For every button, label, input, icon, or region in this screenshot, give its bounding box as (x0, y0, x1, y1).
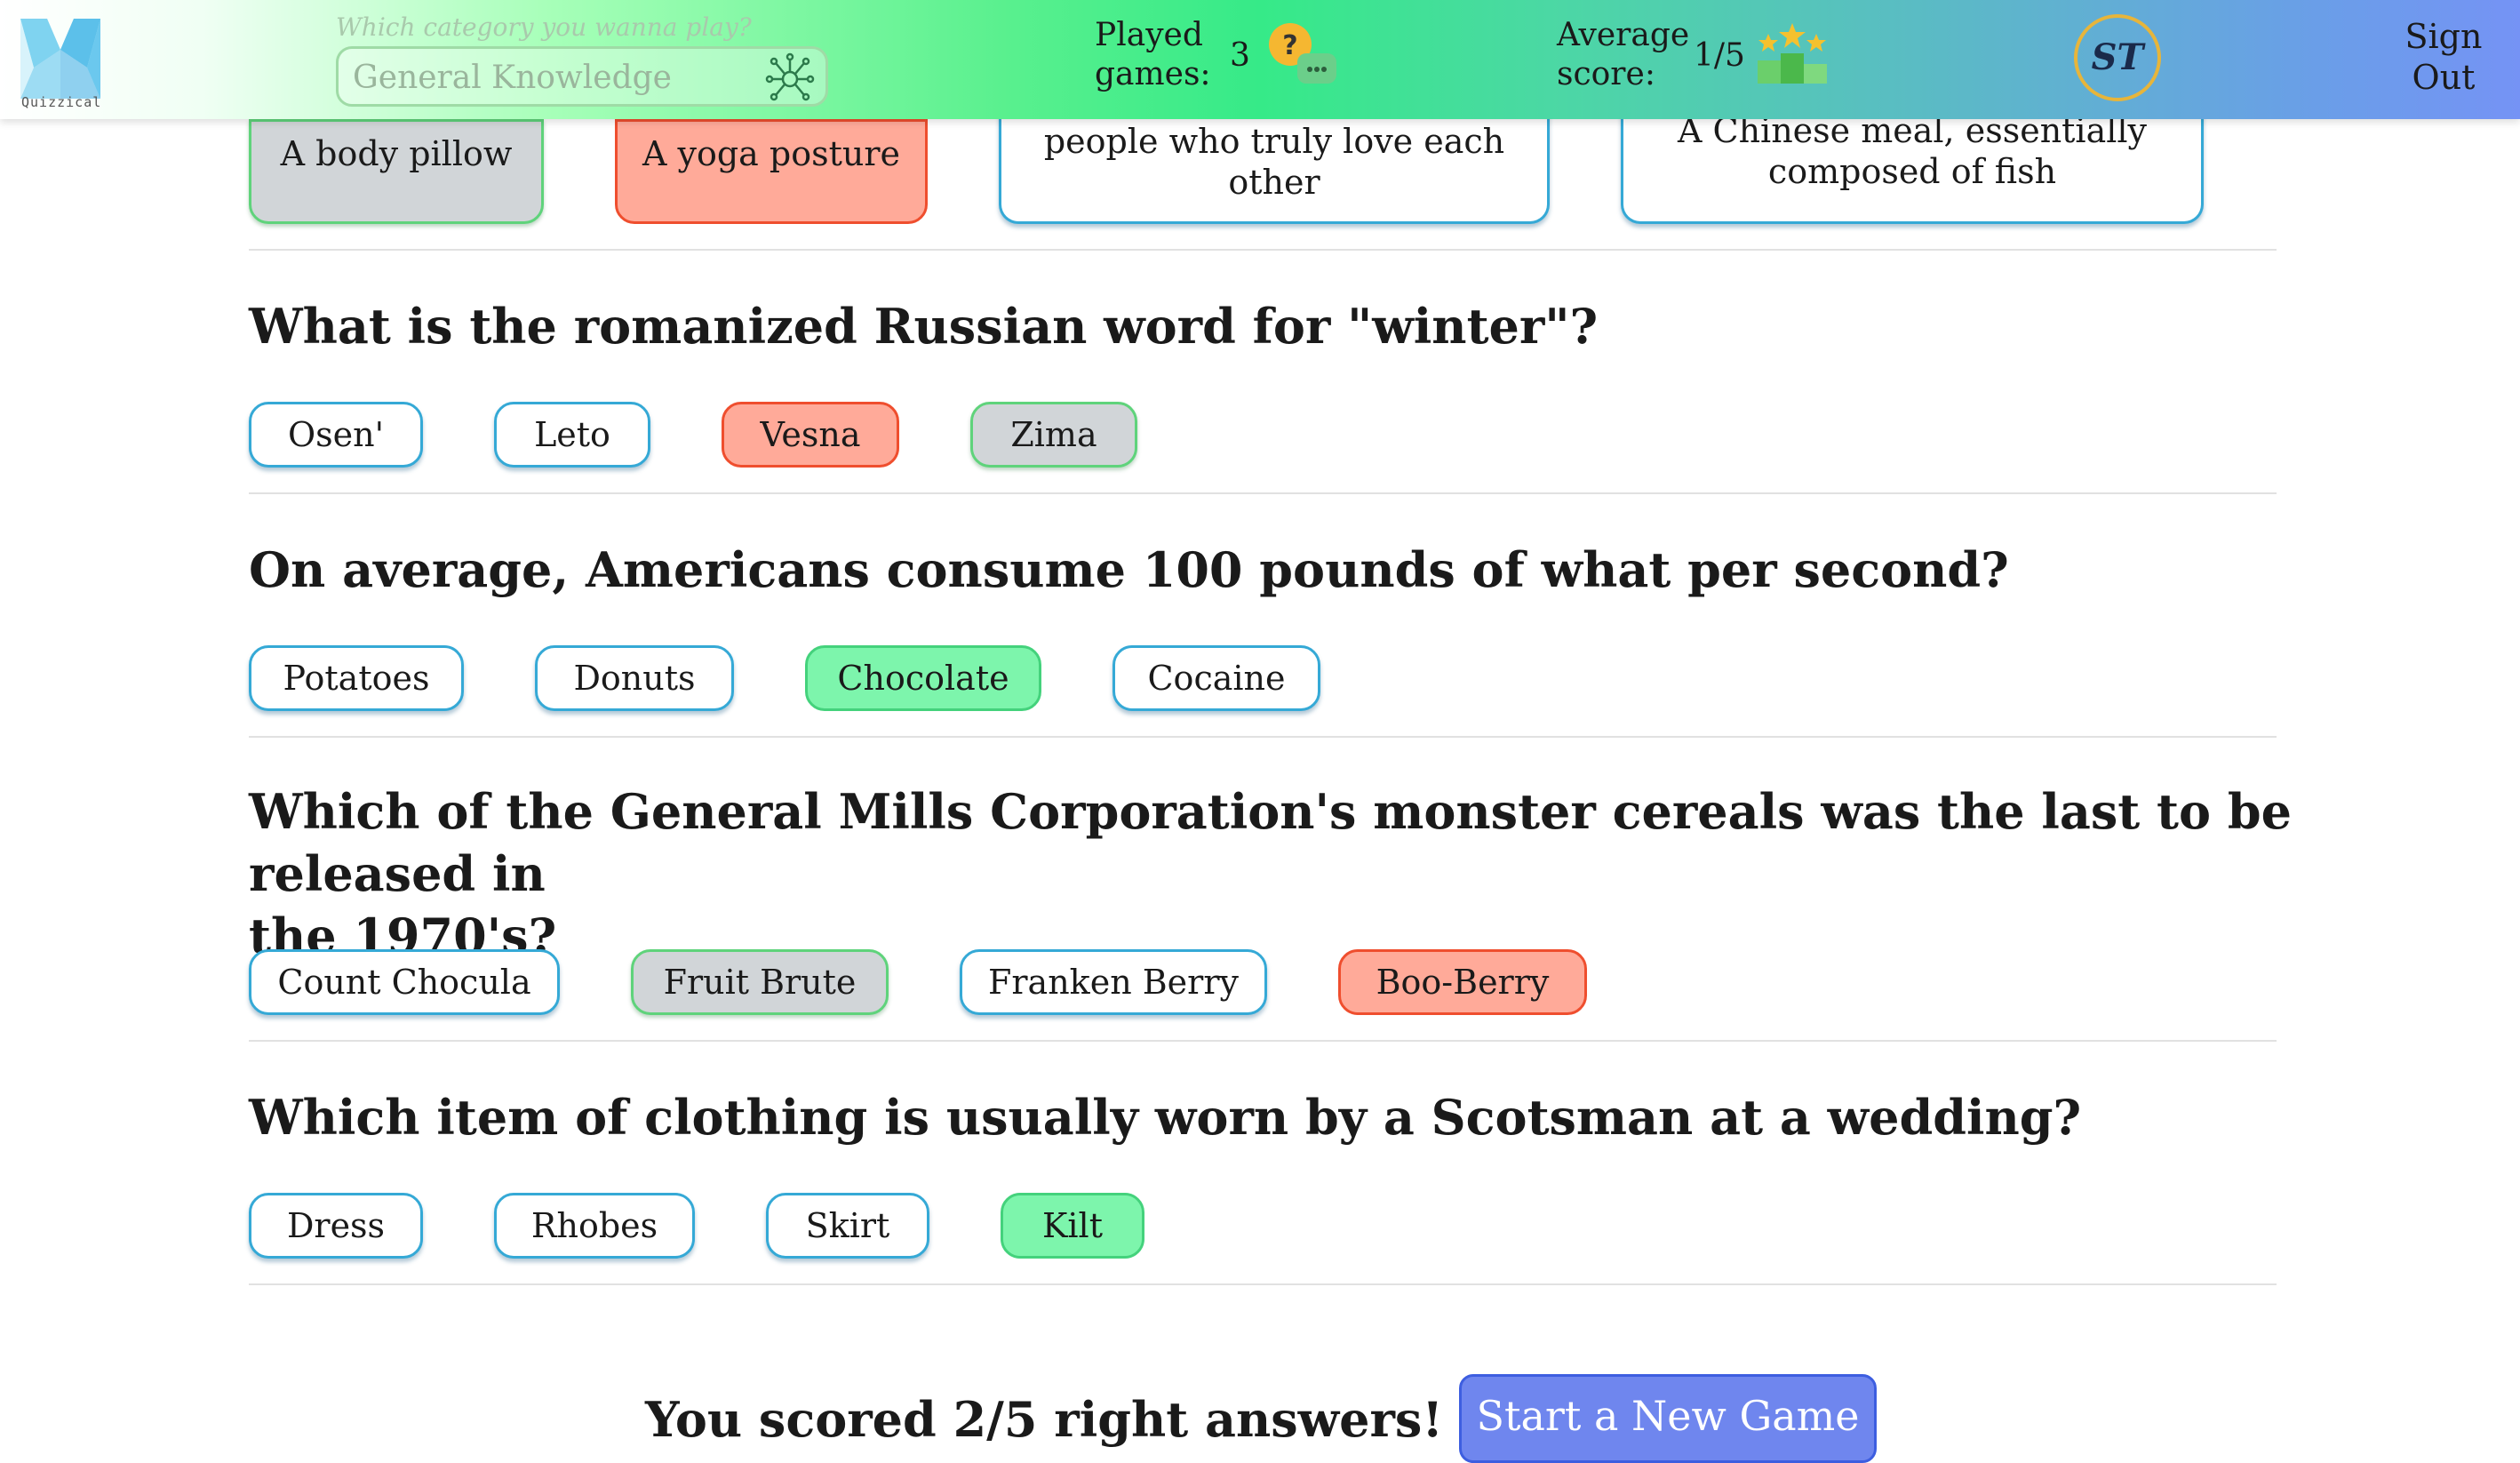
answer-option[interactable]: Vesna (722, 402, 899, 468)
answer-option[interactable]: Donuts (535, 645, 734, 711)
answer-option[interactable]: Zima (970, 402, 1137, 468)
logo-text: Quizzical (21, 94, 102, 110)
category-label: Which category you wanna play? (336, 12, 752, 42)
answer-option[interactable]: Boo-Berry (1338, 949, 1587, 1015)
svg-text:?: ? (1282, 30, 1297, 61)
played-games-value: 3 (1230, 37, 1250, 74)
category-network-icon[interactable] (763, 51, 817, 104)
start-new-game-button[interactable]: Start a New Game (1459, 1374, 1877, 1463)
answer-option[interactable]: Franken Berry (960, 949, 1267, 1015)
question-text: Which item of clothing is usually worn b… (249, 1089, 2082, 1146)
answer-option[interactable]: Potatoes (249, 645, 464, 711)
answer-option[interactable]: Rhobes (494, 1193, 695, 1259)
answer-option[interactable]: Chocolate (805, 645, 1041, 711)
divider (249, 1040, 2277, 1042)
answer-option[interactable]: Kilt (1001, 1193, 1144, 1259)
category-input[interactable] (351, 54, 746, 100)
stars-podium-icon (1758, 23, 1827, 84)
sign-out-button[interactable]: Sign Out (2399, 16, 2488, 98)
divider (249, 249, 2277, 251)
question-text: What is the romanized Russian word for "… (249, 298, 1599, 355)
answer-option[interactable]: Fruit Brute (631, 949, 889, 1015)
question-text: Which of the General Mills Corporation's… (249, 783, 2292, 964)
divider (249, 1283, 2277, 1285)
user-avatar[interactable]: ST (2074, 14, 2161, 101)
average-score-value: 1/5 (1694, 37, 1745, 74)
answer-option[interactable]: A body pillow (249, 119, 544, 224)
category-field[interactable] (336, 46, 828, 107)
answer-option[interactable]: Leto (494, 402, 650, 468)
answer-option[interactable]: Dress (249, 1193, 423, 1259)
answer-option[interactable]: Skirt (766, 1193, 929, 1259)
answer-option[interactable]: Cocaine (1112, 645, 1320, 711)
answer-option[interactable]: A yoga posture (615, 119, 928, 224)
top-header: Quizzical Which category you wanna play?… (0, 0, 2520, 119)
answer-option[interactable]: Count Chocula (249, 949, 560, 1015)
divider (249, 492, 2277, 494)
score-summary: You scored 2/5 right answers! (645, 1391, 1444, 1448)
question-chat-icon: ? (1269, 23, 1336, 84)
answer-option[interactable]: Osen' (249, 402, 423, 468)
question-text: On average, Americans consume 100 pounds… (249, 541, 2009, 598)
divider (249, 736, 2277, 738)
played-games-label: Played games: (1095, 17, 1211, 92)
average-score-label: Average score: (1557, 17, 1690, 92)
